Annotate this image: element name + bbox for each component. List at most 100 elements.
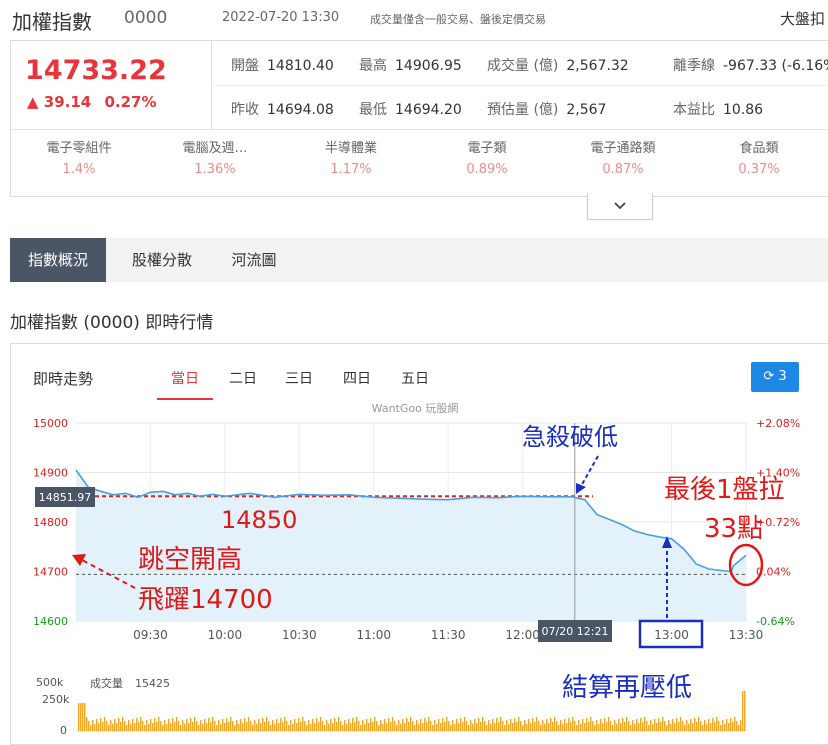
volume-bar [230, 717, 232, 731]
volume-bar [538, 721, 540, 731]
volume-bar [122, 717, 124, 731]
volume-bar [144, 725, 146, 731]
volume-bar [544, 724, 546, 731]
volume-bar [282, 722, 284, 731]
volume-bar [362, 720, 364, 731]
volume-bar [364, 724, 366, 731]
volume-bar [658, 718, 660, 731]
volume-bar [114, 719, 116, 731]
volume-bar [552, 722, 554, 731]
volume-bar [152, 723, 154, 731]
y-tick-label: 15000 [33, 417, 68, 430]
volume-bar [380, 720, 382, 731]
volume-bar [184, 724, 186, 731]
volume-bar [468, 725, 470, 731]
volume-bar [210, 722, 212, 731]
volume-bar [716, 717, 718, 731]
volume-bar [586, 718, 588, 731]
volume-bar [254, 720, 256, 731]
volume-bar [328, 724, 330, 731]
volume-bar [174, 722, 176, 731]
volume-bar [464, 717, 466, 731]
volume-bar [278, 723, 280, 731]
volume-bar [86, 717, 88, 731]
volume-bar [294, 719, 296, 731]
volume-bar [374, 717, 376, 731]
volume-bar [558, 725, 560, 731]
volume-bar [186, 719, 188, 731]
volume-bar [692, 723, 694, 731]
volume-bar [612, 725, 614, 731]
volume-bar [264, 722, 266, 731]
volume-bar [208, 718, 210, 731]
volume-bar [564, 719, 566, 731]
volume-bar [416, 720, 418, 731]
volume-bar [132, 719, 134, 731]
volume-bar [434, 720, 436, 731]
volume-bar [176, 717, 178, 731]
volume-bar [490, 724, 492, 731]
volume-bar [134, 723, 136, 731]
volume-bar [154, 718, 156, 731]
volume-bar [516, 722, 518, 731]
volume-bar [682, 721, 684, 731]
volume-bar [242, 723, 244, 731]
volume-bar [704, 720, 706, 731]
volume-bar [138, 722, 140, 731]
volume-bar [668, 720, 670, 731]
volume-bar [622, 718, 624, 731]
volume-bar [206, 723, 208, 731]
volume-value: 15425 [135, 677, 170, 690]
volume-bar [298, 718, 300, 731]
volume-bar [240, 719, 242, 731]
volume-bar [156, 722, 158, 731]
volume-bar [644, 717, 646, 731]
volume-bar [412, 721, 414, 731]
volume-bar [660, 722, 662, 731]
volume-bar [572, 717, 574, 731]
volume-bar [684, 725, 686, 731]
volume-bar [246, 722, 248, 731]
volume-bar [520, 721, 522, 731]
volume-bar [106, 721, 108, 731]
volume-bar [462, 722, 464, 731]
volume-bar [204, 719, 206, 731]
volume-bar [414, 725, 416, 731]
volume-bar [280, 718, 282, 731]
volume-bar [140, 717, 142, 731]
arrow-head-icon [576, 483, 586, 494]
volume-bar [314, 723, 316, 731]
volume-bar [330, 719, 332, 731]
volume-bar [648, 725, 650, 731]
volume-bar [470, 720, 472, 731]
y-tick-label: 14800 [33, 516, 68, 529]
volume-bar [442, 718, 444, 731]
volume-bar [402, 719, 404, 731]
volume-bar [616, 724, 618, 731]
volume-bar [82, 703, 84, 731]
volume-bar [518, 717, 520, 731]
volume-bar [506, 720, 508, 731]
volume-bar [508, 724, 510, 731]
volume-bar [476, 723, 478, 731]
volume-bar [702, 725, 704, 731]
volume-bar [222, 719, 224, 731]
volume-bar [588, 722, 590, 731]
volume-bar [730, 718, 732, 731]
volume-bar [288, 725, 290, 731]
volume-bar [438, 719, 440, 731]
volume-bar [620, 723, 622, 731]
x-tick-label: 12:00 [505, 628, 540, 642]
y-tick-label: 14600 [33, 615, 68, 628]
volume-bar [486, 725, 488, 731]
volume-bar [680, 717, 682, 731]
volume-bar [96, 719, 98, 731]
volume-bar [710, 723, 712, 731]
volume-bar [320, 717, 322, 731]
volume-bar [168, 719, 170, 731]
volume-bar [124, 721, 126, 731]
annotation-14850: 14850 [221, 506, 297, 534]
volume-bar [638, 723, 640, 731]
volume-bar [600, 719, 602, 731]
volume-bar [344, 720, 346, 731]
